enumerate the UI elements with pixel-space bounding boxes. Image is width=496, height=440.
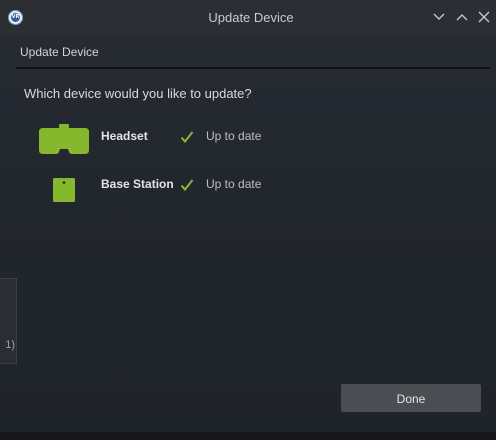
dialog-panel: Update Device Which device would you lik… [0, 36, 496, 440]
window-bottom-edge [0, 432, 496, 440]
chevron-up-icon[interactable] [455, 10, 469, 24]
checkmark-icon [180, 178, 194, 192]
header-divider [16, 67, 490, 69]
title-bar[interactable]: VR Update Device [0, 0, 496, 36]
question-text: Which device would you like to update? [24, 86, 252, 101]
device-row-headset[interactable]: Headset Up to date [0, 120, 496, 160]
update-device-window: VR Update Device Update Device Which dev… [0, 0, 496, 440]
close-icon[interactable] [477, 10, 491, 24]
headset-icon [39, 124, 89, 161]
device-row-base-station[interactable]: Base Station Up to date [0, 168, 496, 208]
checkmark-icon [180, 130, 194, 144]
done-button[interactable]: Done [341, 384, 481, 412]
base-station-icon [53, 178, 75, 207]
device-status-headset: Up to date [206, 129, 262, 143]
device-name-headset: Headset [101, 129, 148, 143]
chevron-down-icon[interactable] [432, 10, 446, 24]
background-window-edge[interactable]: 1) [0, 278, 17, 364]
window-title: Update Device [208, 10, 294, 25]
dialog-header: Update Device [20, 45, 99, 59]
device-name-base-station: Base Station [101, 177, 174, 191]
device-status-base-station: Up to date [206, 177, 262, 191]
background-window-text: 1) [5, 339, 15, 351]
